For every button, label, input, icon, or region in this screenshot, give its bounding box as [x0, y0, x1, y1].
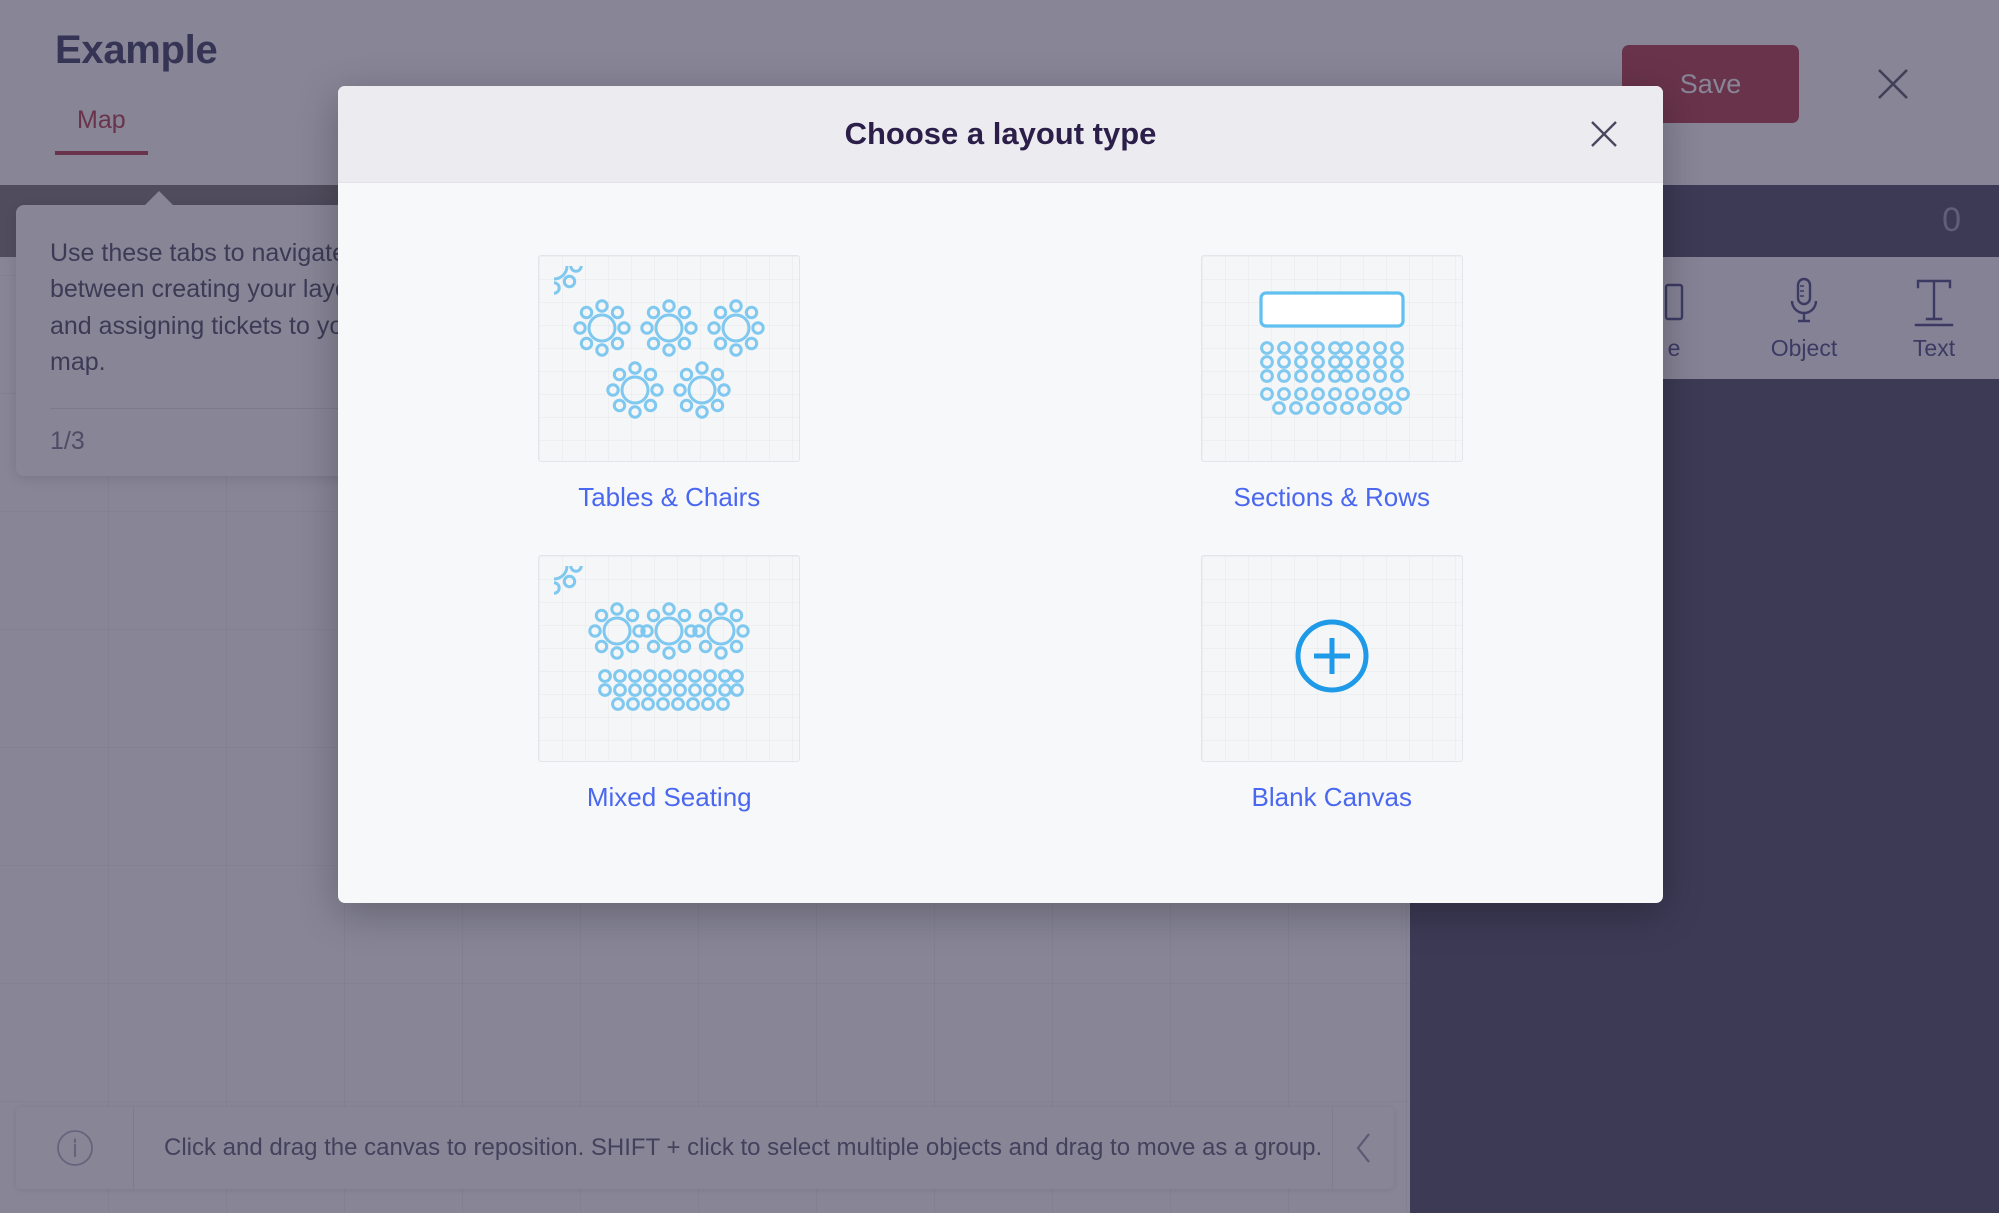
layout-option-tables-chairs[interactable]: Tables & Chairs: [538, 255, 801, 513]
layout-option-blank-canvas[interactable]: Blank Canvas: [1200, 555, 1463, 813]
layout-option-label: Tables & Chairs: [578, 482, 761, 512]
layout-option-mixed-seating[interactable]: Mixed Seating: [538, 555, 801, 813]
close-icon[interactable]: [1581, 111, 1627, 157]
layout-option-label: Blank Canvas: [1251, 782, 1412, 812]
sections-and-rows-diagram: [1200, 255, 1463, 462]
modal-title: Choose a layout type: [844, 116, 1157, 151]
modal-header: Choose a layout type: [338, 86, 1663, 183]
modal-overlay[interactable]: Choose a layout type Tables & Chairs Sec…: [0, 0, 1999, 1213]
blank-canvas-thumb: [1200, 555, 1463, 762]
tables-and-chairs-diagram: [538, 255, 801, 462]
layout-options-grid: Tables & Chairs Sections & Rows Mixed Se…: [338, 183, 1663, 813]
mixed-seating-diagram: [538, 555, 801, 762]
layout-option-label: Mixed Seating: [586, 782, 752, 812]
plus-circle-icon: [1293, 617, 1371, 700]
choose-layout-modal: Choose a layout type Tables & Chairs Sec…: [338, 86, 1663, 903]
layout-option-label: Sections & Rows: [1233, 482, 1431, 512]
layout-option-sections-rows[interactable]: Sections & Rows: [1200, 255, 1463, 513]
